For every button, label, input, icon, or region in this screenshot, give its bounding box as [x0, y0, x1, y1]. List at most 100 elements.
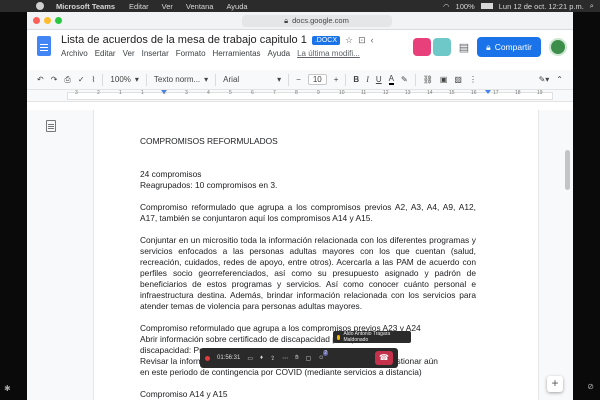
ruler-number: 9	[317, 90, 320, 96]
explore-button[interactable]: +	[547, 376, 563, 392]
style-select[interactable]: Texto norm... ▾	[154, 75, 208, 84]
document-title[interactable]: Lista de acuerdos de la mesa de trabajo …	[61, 34, 307, 46]
menubar-item-ver[interactable]: Ver	[162, 2, 173, 11]
wifi-icon[interactable]: ◠	[443, 2, 450, 11]
browser-window: 🔒︎ docs.google.com Lista de acuerdos de …	[27, 12, 573, 400]
speaker-name: Aldo Antonio Tragara Maldonado	[343, 331, 391, 343]
menu-insertar[interactable]: Insertar	[142, 49, 169, 58]
ruler-number: 8	[295, 90, 298, 96]
title-area: Lista de acuerdos de la mesa de trabajo …	[61, 34, 374, 58]
star-icon[interactable]: ☆	[345, 35, 353, 46]
toolbar-divider	[215, 73, 217, 86]
highlight-icon[interactable]: ✎	[401, 75, 408, 84]
zoom-window-icon[interactable]	[55, 17, 62, 24]
add-comment-icon[interactable]: ▣	[440, 75, 448, 84]
undo-icon[interactable]: ↶	[37, 75, 44, 84]
zoom-select[interactable]: 100% ▾	[110, 75, 138, 84]
move-folder-icon[interactable]: ⊡	[358, 35, 366, 46]
url-bar[interactable]: 🔒︎ docs.google.com	[241, 14, 392, 27]
bold-button[interactable]: B	[353, 75, 359, 84]
close-window-icon[interactable]	[33, 17, 40, 24]
font-size-input[interactable]: 10	[307, 74, 327, 85]
paragraph-4: Compromiso A14 y A15	[140, 389, 228, 399]
vertical-scrollbar[interactable]	[565, 150, 570, 190]
share-screen-icon[interactable]: ⇪	[270, 355, 275, 362]
menu-ver[interactable]: Ver	[123, 49, 135, 58]
underline-button[interactable]: U	[376, 75, 382, 84]
battery-icon[interactable]	[480, 3, 493, 9]
menu-archivo[interactable]: Archivo	[61, 49, 88, 58]
italic-button[interactable]: I	[366, 75, 369, 84]
redo-icon[interactable]: ↷	[51, 75, 58, 84]
participants-icon[interactable]: ☺ 2	[318, 350, 328, 361]
menubar-item-ayuda[interactable]: Ayuda	[226, 2, 247, 11]
document-outline-icon[interactable]	[46, 120, 56, 132]
count-line: 24 compromisos	[140, 169, 202, 179]
text-color-button[interactable]: A	[388, 74, 394, 85]
battery-percent: 100%	[455, 1, 475, 11]
cloud-status-icon[interactable]: ‹	[371, 35, 374, 45]
share-button[interactable]: 🔒︎ Compartir	[477, 37, 541, 57]
meeting-timer: 01:56:31	[217, 355, 241, 361]
accessibility-icon: ✱	[4, 384, 11, 393]
menubar-item-editar[interactable]: Editar	[129, 2, 149, 11]
collapse-menus-icon[interactable]: ⌃	[556, 75, 563, 84]
menu-formato[interactable]: Formato	[176, 49, 206, 58]
menu-herramientas[interactable]: Herramientas	[213, 49, 261, 58]
ruler-number: 5	[229, 90, 232, 96]
spellcheck-icon[interactable]: ✓	[78, 75, 85, 84]
microphone-icon[interactable]: ♦	[260, 355, 263, 361]
paragraph-3-line-2: Abrir información sobre certificado de d…	[140, 334, 402, 344]
raise-hand-icon[interactable]: ✋︎	[295, 355, 298, 362]
print-icon[interactable]: ⎙	[64, 75, 70, 85]
last-edit-link[interactable]: La última modifi...	[297, 49, 360, 58]
camera-icon[interactable]: ▭	[247, 355, 253, 362]
docs-logo-icon[interactable]	[37, 36, 51, 56]
ruler-number: 14	[427, 90, 433, 96]
ruler-number: 1	[119, 90, 122, 96]
link-icon[interactable]: ⛓	[423, 75, 433, 84]
chevron-down-icon: ▾	[134, 75, 139, 84]
speaker-tooltip: Aldo Antonio Tragara Maldonado	[333, 331, 411, 343]
menu-editar[interactable]: Editar	[95, 49, 116, 58]
comments-icon[interactable]: ▤	[459, 41, 469, 54]
search-icon[interactable]: ⌕	[590, 1, 594, 11]
menu-ayuda[interactable]: Ayuda	[268, 49, 291, 58]
ruler-track	[67, 92, 553, 100]
ruler-number: 2	[163, 90, 166, 96]
browser-address-bar: 🔒︎ docs.google.com	[27, 12, 573, 30]
increase-font-size-icon[interactable]: +	[334, 75, 339, 84]
chat-icon[interactable]: ▢	[306, 355, 312, 362]
paint-format-icon[interactable]: ⌇	[92, 75, 96, 84]
docs-menu-bar: Archivo Editar Ver Insertar Formato Herr…	[61, 49, 374, 58]
right-margin: ⊘	[573, 12, 600, 400]
url-text: docs.google.com	[292, 16, 349, 25]
menubar-item-ventana[interactable]: Ventana	[186, 2, 214, 11]
plus-icon: +	[551, 376, 559, 390]
font-select[interactable]: Arial ▾	[223, 75, 281, 84]
ruler-number: 3	[75, 90, 78, 96]
collaborator-avatar-icon[interactable]	[412, 38, 431, 56]
hang-up-button[interactable]: ☎	[375, 351, 393, 365]
ruler-number: 19	[537, 90, 543, 96]
more-options-icon[interactable]: ⋮	[469, 75, 477, 84]
header-right: ▤ 🔒︎ Compartir	[412, 37, 567, 57]
right-indent-marker[interactable]	[485, 90, 491, 94]
toolbar-divider	[288, 73, 290, 86]
decrease-font-size-icon[interactable]: −	[296, 75, 301, 84]
title-row: Lista de acuerdos de la mesa de trabajo …	[61, 34, 374, 46]
minimize-window-icon[interactable]	[44, 17, 51, 24]
ruler-number: 2	[97, 90, 100, 96]
editing-mode-icon[interactable]: ✎▾	[539, 75, 550, 84]
more-actions-icon[interactable]: ⋯	[282, 355, 288, 362]
user-avatar[interactable]	[549, 38, 567, 56]
app-name[interactable]: Microsoft Teams	[56, 2, 115, 11]
insert-image-icon[interactable]: ▨	[454, 75, 462, 84]
apple-icon[interactable]	[36, 2, 44, 10]
macos-menubar: Microsoft Teams Editar Ver Ventana Ayuda…	[0, 0, 600, 12]
paragraph-3-line-1: Compromiso reformulado que agrupa a los …	[140, 323, 421, 333]
clock[interactable]: Lun 12 de oct. 12:21 p.m.	[499, 2, 584, 11]
ruler-number: 16	[471, 90, 477, 96]
collaborator-avatar-icon[interactable]	[432, 38, 451, 56]
ruler-number: 17	[493, 90, 499, 96]
